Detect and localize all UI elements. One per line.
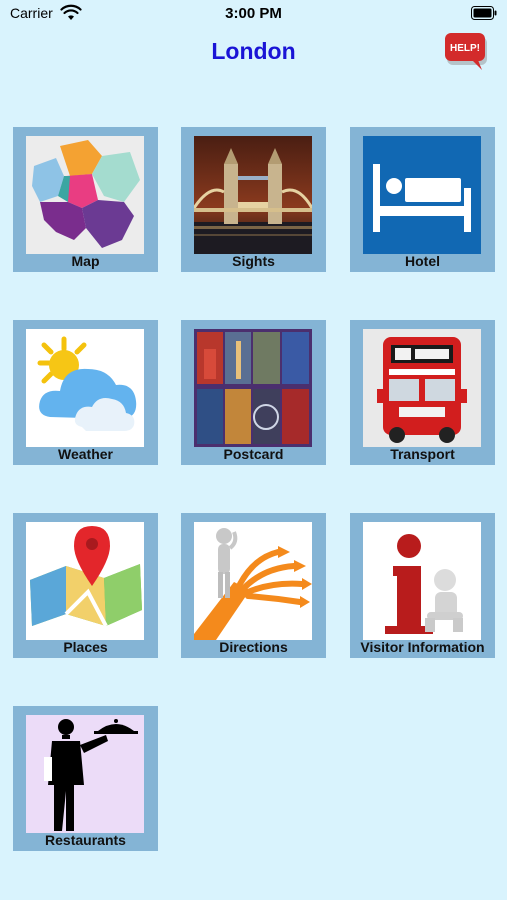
help-label: HELP! bbox=[450, 43, 480, 54]
sun-cloud-icon bbox=[26, 329, 144, 447]
status-time: 3:00 PM bbox=[225, 5, 282, 22]
tile-restaurants[interactable]: Restaurants bbox=[13, 706, 158, 851]
waiter-icon bbox=[26, 715, 144, 833]
map-icon bbox=[26, 136, 144, 254]
tile-places[interactable]: Places bbox=[13, 513, 158, 658]
directions-arrows-icon bbox=[194, 522, 312, 640]
status-bar: Carrier 3:00 PM bbox=[0, 0, 507, 28]
tile-hotel[interactable]: Hotel bbox=[350, 127, 495, 272]
tile-label: Directions bbox=[219, 639, 288, 655]
tile-weather[interactable]: Weather bbox=[13, 320, 158, 465]
tile-label: Places bbox=[63, 639, 108, 655]
tile-label: Postcard bbox=[223, 446, 284, 462]
map-pin-icon bbox=[26, 522, 144, 640]
tile-label: Hotel bbox=[405, 253, 440, 269]
tower-bridge-icon bbox=[194, 136, 312, 254]
tile-transport[interactable]: Transport bbox=[350, 320, 495, 465]
page-title: London bbox=[211, 38, 296, 64]
tile-label: Restaurants bbox=[45, 832, 126, 848]
tile-label: Sights bbox=[232, 253, 275, 269]
tile-label: Weather bbox=[58, 446, 113, 462]
help-button[interactable]: HELP! bbox=[444, 32, 488, 72]
tile-label: Transport bbox=[390, 446, 455, 462]
tile-map[interactable]: Map bbox=[13, 127, 158, 272]
tile-sights[interactable]: Sights bbox=[181, 127, 326, 272]
double-decker-bus-icon bbox=[363, 329, 481, 447]
tile-postcard[interactable]: Postcard bbox=[181, 320, 326, 465]
tile-visitor-information[interactable]: Visitor Information bbox=[350, 513, 495, 658]
info-icon bbox=[363, 522, 481, 640]
bed-icon bbox=[363, 136, 481, 254]
battery-icon bbox=[471, 6, 497, 20]
tile-label: Visitor Information bbox=[360, 639, 485, 655]
tile-directions[interactable]: Directions bbox=[181, 513, 326, 658]
postcard-collage-icon bbox=[194, 329, 312, 447]
tile-label: Map bbox=[71, 253, 100, 269]
